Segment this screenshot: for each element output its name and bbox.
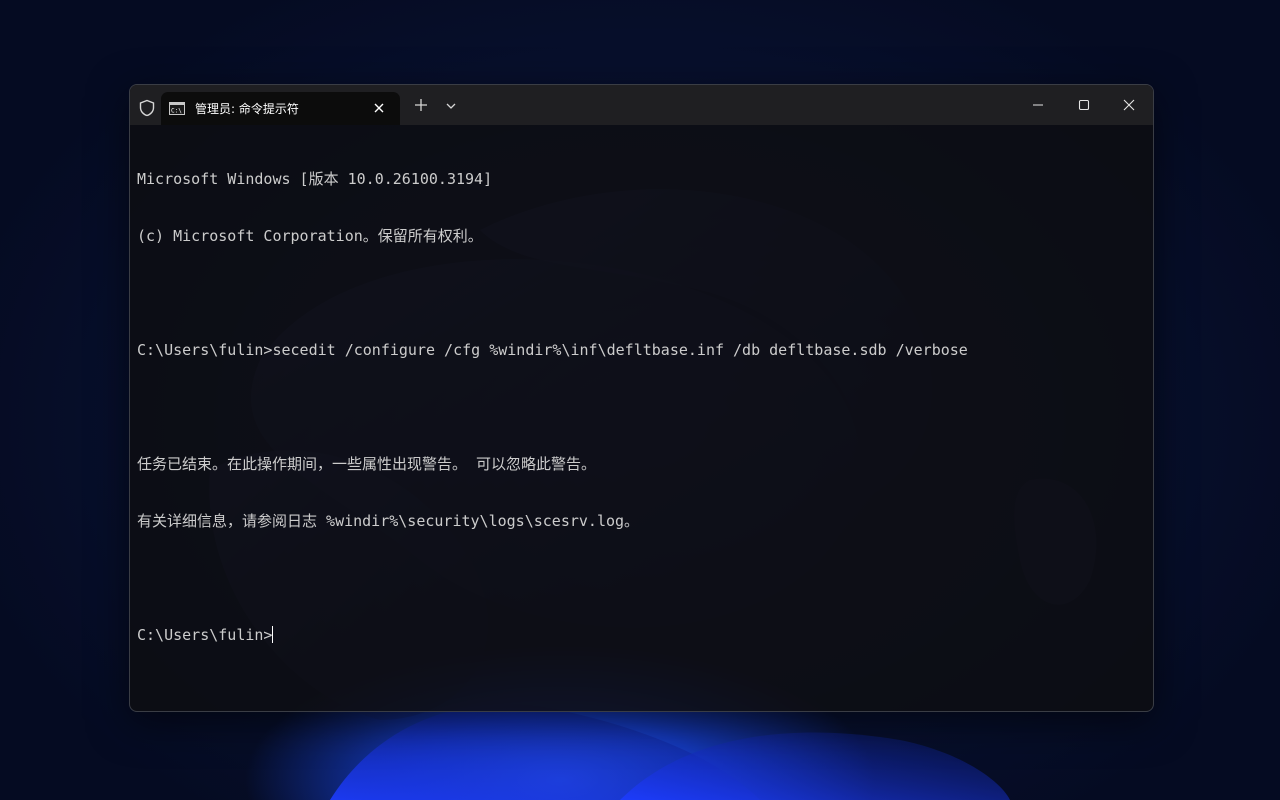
command-prompt: C:\Users\fulin> — [137, 626, 273, 644]
minimize-button[interactable] — [1015, 93, 1061, 117]
terminal-window: C:\ 管理员: 命令提示符 Microsoft Windows [版本 10.… — [129, 84, 1154, 712]
terminal-line: 任务已结束。在此操作期间，一些属性出现警告。 可以忽略此警告。 — [137, 455, 597, 473]
close-icon[interactable] — [372, 101, 386, 115]
command-prompt-line[interactable]: C:\Users\fulin> — [137, 626, 1137, 645]
terminal-line: (c) Microsoft Corporation。保留所有权利。 — [137, 227, 483, 245]
chevron-down-icon[interactable] — [445, 101, 457, 111]
text-cursor — [272, 626, 274, 643]
terminal-line: 有关详细信息，请参阅日志 %windir%\security\logs\sces… — [137, 512, 640, 530]
terminal-line: Microsoft Windows [版本 10.0.26100.3194] — [137, 170, 493, 188]
terminal-output[interactable]: Microsoft Windows [版本 10.0.26100.3194] (… — [137, 132, 1137, 683]
tab-title: 管理员: 命令提示符 — [195, 102, 299, 116]
svg-text:C:\: C:\ — [171, 108, 182, 115]
cmd-icon: C:\ — [169, 102, 185, 115]
tab-command-prompt[interactable]: C:\ 管理员: 命令提示符 — [161, 92, 400, 125]
terminal-line: C:\Users\fulin>secedit /configure /cfg %… — [137, 341, 968, 359]
maximize-icon — [1078, 99, 1090, 111]
close-window-button[interactable] — [1106, 93, 1152, 117]
maximize-button[interactable] — [1061, 93, 1107, 117]
close-icon — [1123, 99, 1135, 111]
plus-icon[interactable] — [414, 98, 428, 112]
minimize-icon — [1033, 104, 1043, 106]
shield-icon — [139, 99, 155, 117]
title-bar[interactable]: C:\ 管理员: 命令提示符 — [130, 85, 1153, 125]
